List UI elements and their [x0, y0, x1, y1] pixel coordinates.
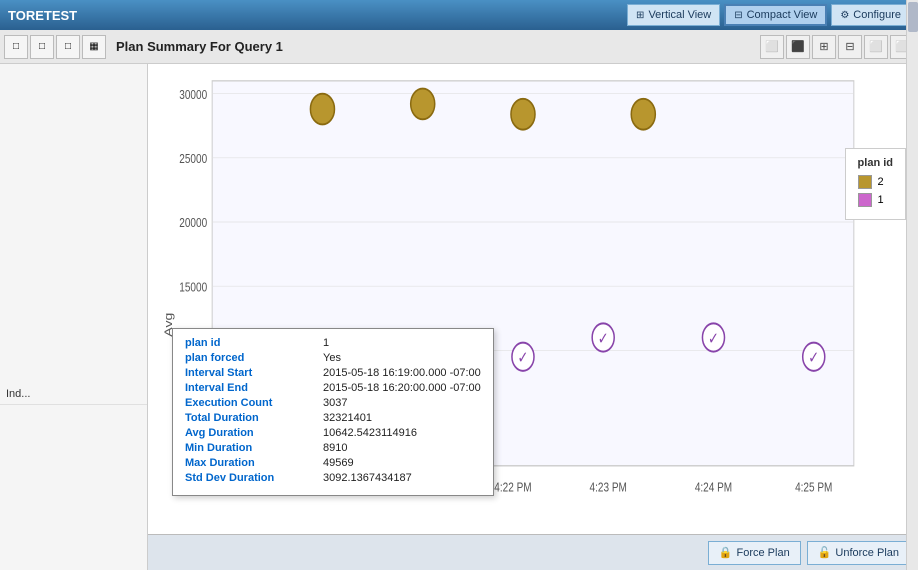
chart-container: Avg 30000 25000 20000 15000 10000: [152, 68, 914, 530]
tooltip-val-plan-id: 1: [323, 337, 329, 349]
unforce-plan-label: Unforce Plan: [835, 547, 899, 559]
tooltip-key-avg-duration: Avg Duration: [185, 427, 315, 439]
tooltip-key-interval-end: Interval End: [185, 382, 315, 394]
tooltip-key-plan-id: plan id: [185, 337, 315, 349]
chart-area: Avg 30000 25000 20000 15000 10000: [148, 64, 918, 534]
tooltip-row-max-duration: Max Duration 49569: [185, 457, 481, 469]
tooltip-row-plan-id: plan id 1: [185, 337, 481, 349]
tooltip-row-exec-count: Execution Count 3037: [185, 397, 481, 409]
svg-text:4:24 PM: 4:24 PM: [695, 481, 732, 494]
vertical-view-button[interactable]: ⊞ Vertical View: [627, 4, 720, 26]
tooltip-row-interval-end: Interval End 2015-05-18 16:20:00.000 -07…: [185, 382, 481, 394]
svg-text:4:25 PM: 4:25 PM: [795, 481, 832, 494]
svg-text:✓: ✓: [518, 349, 529, 368]
tooltip-key-min-duration: Min Duration: [185, 442, 315, 454]
left-sidebar: Ind...: [0, 64, 148, 570]
tooltip-key-plan-forced: plan forced: [185, 352, 315, 364]
right-area: Avg 30000 25000 20000 15000 10000: [148, 64, 918, 570]
sidebar-label: Ind...: [0, 384, 147, 405]
toolbar-icon-btn-4[interactable]: ⊟: [838, 35, 862, 59]
tooltip-row-plan-forced: plan forced Yes: [185, 352, 481, 364]
legend-swatch-1: [858, 193, 872, 207]
unforce-plan-button[interactable]: 🔓 Unforce Plan: [807, 541, 910, 565]
tooltip-row-total-duration: Total Duration 32321401: [185, 412, 481, 424]
configure-icon: ⚙: [840, 10, 849, 21]
toolbar-btn-chart[interactable]: ▦: [82, 35, 106, 59]
legend-swatch-2: [858, 175, 872, 189]
scroll-thumb[interactable]: [908, 2, 918, 32]
svg-text:20000: 20000: [179, 217, 207, 230]
tooltip-val-std-dev: 3092.1367434187: [323, 472, 412, 484]
main-layout: Ind... Avg 30000 25000 20000: [0, 64, 918, 570]
svg-text:4:22 PM: 4:22 PM: [494, 481, 531, 494]
svg-text:4:23 PM: 4:23 PM: [590, 481, 627, 494]
tooltip-val-avg-duration: 10642.5423114916: [323, 427, 417, 439]
legend-label-1: 1: [878, 194, 884, 206]
tooltip-row-min-duration: Min Duration 8910: [185, 442, 481, 454]
svg-text:25000: 25000: [179, 153, 207, 166]
svg-text:15000: 15000: [179, 281, 207, 294]
data-tooltip: plan id 1 plan forced Yes Interval Start…: [172, 328, 494, 496]
tooltip-val-plan-forced: Yes: [323, 352, 341, 364]
bottom-bar: 🔒 Force Plan 🔓 Unforce Plan: [148, 534, 918, 570]
toolbar-icon-btn-3[interactable]: ⊞: [812, 35, 836, 59]
force-plan-label: Force Plan: [737, 547, 790, 559]
tooltip-val-min-duration: 8910: [323, 442, 347, 454]
toolbar-btn-2[interactable]: □: [30, 35, 54, 59]
toolbar-btn-3[interactable]: □: [56, 35, 80, 59]
scrollbar-vertical[interactable]: [906, 0, 918, 570]
sidebar-content: Ind...: [0, 64, 147, 570]
tooltip-val-interval-end: 2015-05-18 16:20:00.000 -07:00: [323, 382, 481, 394]
toolbar-icon-btn-5[interactable]: ⬜: [864, 35, 888, 59]
toolbar-btn-1[interactable]: □: [4, 35, 28, 59]
legend-item-2: 2: [858, 175, 893, 189]
title-bar: TORETEST ⊞ Vertical View ⊟ Compact View …: [0, 0, 918, 30]
tooltip-key-total-duration: Total Duration: [185, 412, 315, 424]
compact-view-button[interactable]: ⊟ Compact View: [724, 4, 827, 26]
page-title: Plan Summary For Query 1: [116, 39, 758, 54]
toolbar-right-buttons: ⬜ ⬛ ⊞ ⊟ ⬜ ⬜: [760, 35, 914, 59]
force-plan-icon: 🔒: [719, 546, 733, 559]
chart-legend: plan id 2 1: [845, 148, 906, 220]
legend-label-2: 2: [878, 176, 884, 188]
svg-text:✓: ✓: [598, 329, 609, 348]
tooltip-val-total-duration: 32321401: [323, 412, 372, 424]
tooltip-val-interval-start: 2015-05-18 16:19:00.000 -07:00: [323, 367, 481, 379]
view-buttons: ⊞ Vertical View ⊟ Compact View ⚙ Configu…: [627, 4, 910, 26]
compact-view-icon: ⊟: [734, 10, 742, 21]
tooltip-key-interval-start: Interval Start: [185, 367, 315, 379]
force-plan-button[interactable]: 🔒 Force Plan: [708, 541, 801, 565]
legend-title: plan id: [858, 157, 893, 169]
tooltip-val-max-duration: 49569: [323, 457, 354, 469]
tooltip-key-std-dev: Std Dev Duration: [185, 472, 315, 484]
tooltip-row-interval-start: Interval Start 2015-05-18 16:19:00.000 -…: [185, 367, 481, 379]
tooltip-key-exec-count: Execution Count: [185, 397, 315, 409]
toolbar: □ □ □ ▦ Plan Summary For Query 1 ⬜ ⬛ ⊞ ⊟…: [0, 30, 918, 64]
tooltip-val-exec-count: 3037: [323, 397, 347, 409]
legend-item-1: 1: [858, 193, 893, 207]
svg-text:30000: 30000: [179, 89, 207, 102]
configure-button[interactable]: ⚙ Configure: [831, 4, 910, 26]
svg-text:✓: ✓: [708, 329, 719, 348]
vertical-view-icon: ⊞: [636, 10, 644, 21]
tooltip-key-max-duration: Max Duration: [185, 457, 315, 469]
tooltip-row-avg-duration: Avg Duration 10642.5423114916: [185, 427, 481, 439]
app-title: TORETEST: [8, 8, 77, 23]
tooltip-row-std-dev: Std Dev Duration 3092.1367434187: [185, 472, 481, 484]
svg-text:✓: ✓: [808, 349, 819, 368]
unforce-plan-icon: 🔓: [818, 546, 832, 559]
toolbar-icon-btn-1[interactable]: ⬜: [760, 35, 784, 59]
toolbar-icon-btn-2[interactable]: ⬛: [786, 35, 810, 59]
